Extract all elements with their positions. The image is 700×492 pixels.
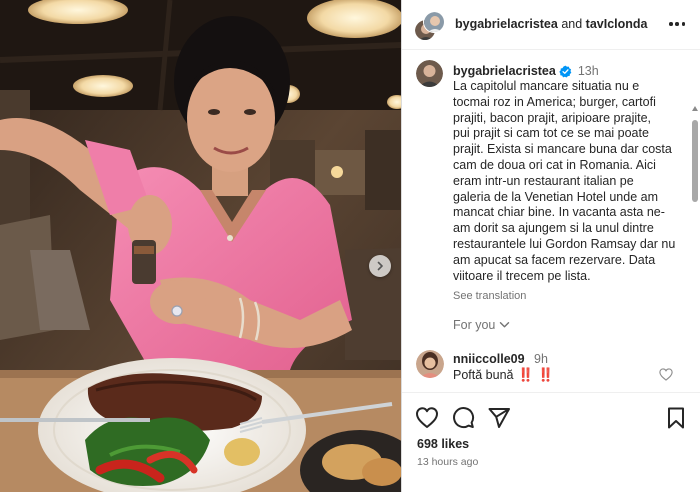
more-horizontal-icon	[669, 22, 673, 26]
commenter-avatar[interactable]	[416, 350, 444, 378]
for-you-label: For you	[453, 318, 496, 332]
double-exclamation-emoji: ‼️	[537, 367, 554, 382]
author-username[interactable]: bygabrielacristea	[455, 17, 558, 31]
caption-line: mancat chiar bine. In vacanta asta ne-	[453, 205, 665, 220]
see-translation-link[interactable]: See translation	[453, 290, 526, 302]
post-photo[interactable]	[0, 0, 401, 492]
save-bookmark-icon[interactable]	[664, 406, 688, 430]
more-options-button[interactable]	[669, 17, 685, 31]
caption-line: prajiti, bacon prajit, aripioare prajite…	[453, 110, 652, 125]
scroll-up-arrow-icon[interactable]	[692, 106, 698, 111]
caption-line: prajit. Exista si mancare buna dar costa	[453, 142, 672, 157]
comment-body: Poftă bună	[453, 368, 514, 382]
post-owner-line: bygabrielacristea and tavIclonda	[455, 17, 648, 31]
caption-time: 13h	[577, 64, 599, 78]
carousel-next-button[interactable]	[369, 255, 391, 277]
connector-text: and	[561, 17, 583, 31]
likes-count[interactable]: 698 likes	[417, 437, 469, 451]
caption-username[interactable]: bygabrielacristea	[453, 64, 556, 78]
caption-line: am dorit sa ajungem si la unul dintre	[453, 221, 654, 236]
post-timestamp: 13 hours ago	[417, 456, 479, 468]
comment-item: nniiccolle09 9h Poftă bună ‼️ ‼️	[402, 346, 700, 392]
caption-line: tocmai roz in America; burger, cartofi	[453, 94, 656, 109]
caption-line: La capitolul mancare situatia nu e	[453, 79, 640, 93]
verified-badge-icon	[559, 65, 572, 78]
collaborator-avatar[interactable]	[423, 11, 445, 33]
double-exclamation-emoji: ‼️	[517, 367, 534, 382]
caption-line: galeria de la Venetian Hotel unde am	[453, 189, 659, 204]
like-heart-icon[interactable]	[415, 406, 439, 430]
collab-avatars[interactable]	[414, 11, 445, 41]
comment-text: Poftă bună ‼️ ‼️	[453, 367, 554, 383]
post-header: bygabrielacristea and tavIclonda	[402, 0, 700, 50]
caption-line: restaurantele lui Gordon Ramsay dar nu	[453, 236, 676, 251]
caption-line: pui prajit si cam tot ce se mai poate	[453, 126, 649, 141]
chevron-down-icon	[500, 322, 510, 328]
comment-bubble-icon[interactable]	[451, 406, 475, 430]
for-you-filter[interactable]: For you	[453, 318, 510, 332]
scroll-thumb[interactable]	[692, 120, 698, 202]
caption-line: eram intr-un restaurant italian pe	[453, 173, 634, 188]
comment-header: nniiccolle09 9h	[453, 352, 548, 366]
comment-like-heart-icon[interactable]	[659, 368, 673, 381]
caption-line: am apucat sa facem rezervare. Data	[453, 252, 656, 267]
post-actions: 698 likes 13 hours ago	[402, 392, 700, 492]
caption-text: La capitolul mancare situatia nu e tocma…	[453, 79, 689, 284]
photo-illustration	[0, 0, 401, 492]
share-send-icon[interactable]	[487, 406, 511, 430]
chevron-right-icon	[377, 261, 383, 271]
comments-section: bygabrielacristea 13h La capitolul manca…	[402, 50, 700, 392]
post-side-panel: bygabrielacristea and tavIclonda bygabri…	[401, 0, 700, 492]
caption-avatar[interactable]	[416, 60, 443, 87]
caption-header: bygabrielacristea 13h	[453, 64, 599, 78]
caption-line: viitoare il trecem pe lista.	[453, 268, 591, 283]
collaborator-username[interactable]: tavIclonda	[586, 17, 648, 31]
comment-time: 9h	[534, 352, 548, 366]
comments-scrollbar[interactable]	[689, 100, 700, 392]
caption-line: cam de doua ori cat in Romania. Aici	[453, 157, 656, 172]
commenter-username[interactable]: nniiccolle09	[453, 352, 525, 366]
